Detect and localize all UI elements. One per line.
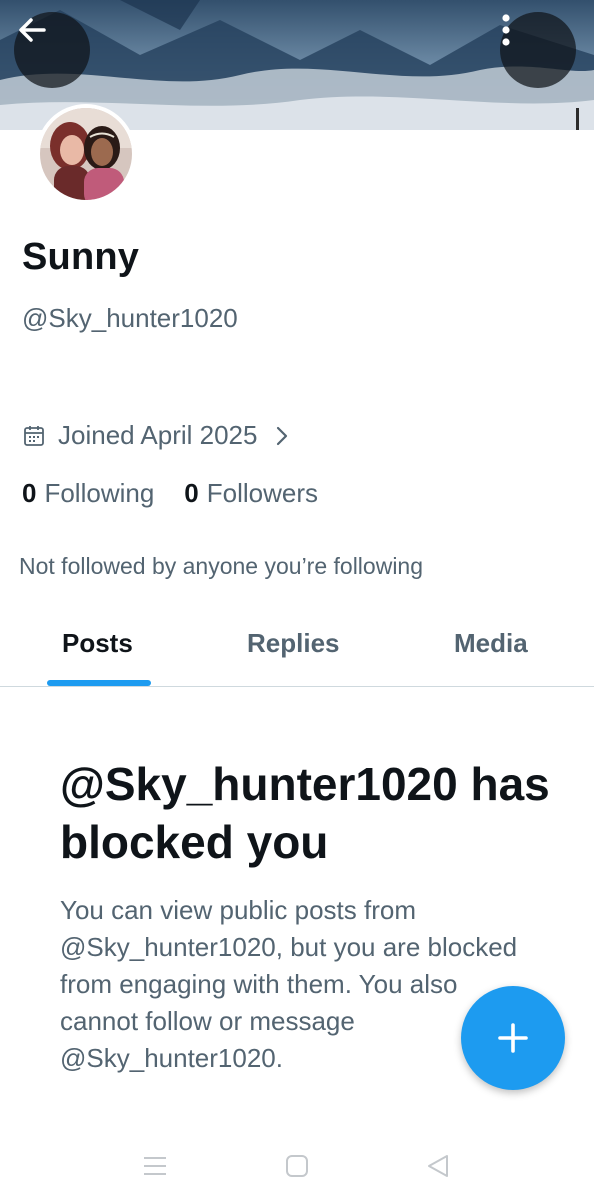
following-stat[interactable]: 0 Following xyxy=(22,478,154,509)
menu-icon xyxy=(144,1157,166,1175)
chevron-right-icon xyxy=(275,425,289,447)
more-vertical-icon xyxy=(502,14,510,46)
tab-posts[interactable]: Posts xyxy=(62,628,133,659)
recent-apps-button[interactable] xyxy=(135,1146,175,1186)
system-navigation-bar xyxy=(0,1130,594,1200)
compose-post-button[interactable] xyxy=(461,986,565,1090)
arrow-left-icon xyxy=(19,18,46,42)
more-options-button[interactable] xyxy=(500,12,576,88)
follow-stats: 0 Following 0 Followers xyxy=(22,478,318,509)
back-button[interactable] xyxy=(14,12,90,88)
home-button[interactable] xyxy=(277,1146,317,1186)
plus-icon xyxy=(498,1023,528,1053)
followers-stat[interactable]: 0 Followers xyxy=(184,478,318,509)
avatar-photo xyxy=(40,108,132,200)
blocked-title: @Sky_hunter1020 has blocked you xyxy=(60,758,550,868)
display-name: Sunny xyxy=(22,236,140,278)
calendar-icon xyxy=(22,424,46,448)
following-label: Following xyxy=(44,478,155,508)
home-square-icon xyxy=(286,1155,308,1177)
back-triangle-icon xyxy=(428,1155,448,1177)
following-count: 0 xyxy=(22,478,37,508)
joined-date-text: Joined April 2025 xyxy=(58,420,258,450)
joined-date-row[interactable]: Joined April 2025 xyxy=(22,420,289,451)
followers-label: Followers xyxy=(206,478,319,508)
active-tab-indicator xyxy=(47,680,151,686)
not-followed-notice: Not followed by anyone you’re following xyxy=(19,553,424,579)
avatar[interactable] xyxy=(40,108,132,200)
user-handle: @Sky_hunter1020 xyxy=(22,303,238,333)
profile-tabs: Posts Replies Media xyxy=(0,600,594,687)
system-back-button[interactable] xyxy=(418,1146,458,1186)
tab-media[interactable]: Media xyxy=(454,628,528,659)
tab-replies[interactable]: Replies xyxy=(247,628,340,659)
profile-page: Sunny @Sky_hunter1020 Joined April 2025 xyxy=(0,0,594,1200)
followers-count: 0 xyxy=(184,478,199,508)
